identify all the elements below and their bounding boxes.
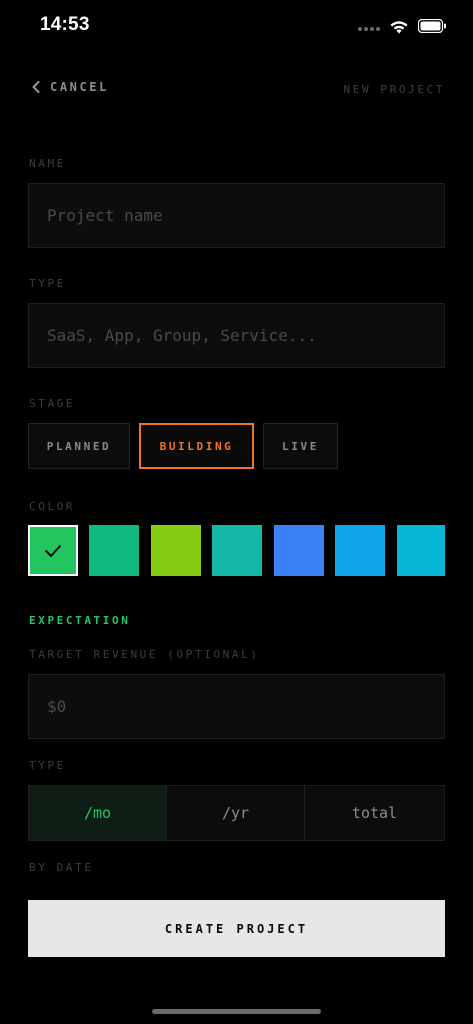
new-project-screen: 14:53 CANCEL NEW PROJECT NAME TYPE STAGE… bbox=[0, 0, 473, 1024]
project-type-input[interactable] bbox=[28, 303, 445, 368]
by-date-label: BY DATE bbox=[29, 861, 94, 874]
name-label: NAME bbox=[29, 157, 66, 170]
revenue-type-yearly[interactable]: /yr bbox=[166, 785, 305, 841]
expectation-heading: EXPECTATION bbox=[29, 614, 131, 627]
revenue-type-monthly[interactable]: /mo bbox=[28, 785, 167, 841]
color-swatch-3[interactable] bbox=[151, 525, 201, 576]
target-revenue-input[interactable] bbox=[28, 674, 445, 739]
color-label: COLOR bbox=[29, 500, 76, 513]
target-revenue-label: TARGET REVENUE (OPTIONAL) bbox=[29, 648, 260, 661]
stage-option-building[interactable]: BUILDING bbox=[139, 423, 254, 469]
cancel-label: CANCEL bbox=[50, 80, 109, 94]
cancel-button[interactable]: CANCEL bbox=[32, 80, 109, 94]
color-swatch-7[interactable] bbox=[397, 525, 445, 576]
revenue-type-label: TYPE bbox=[29, 759, 66, 772]
color-swatch-6[interactable] bbox=[335, 525, 385, 576]
type-label: TYPE bbox=[29, 277, 66, 290]
status-icons bbox=[358, 16, 447, 36]
wifi-icon bbox=[390, 20, 408, 33]
color-swatch-5[interactable] bbox=[274, 525, 324, 576]
revenue-type-total[interactable]: total bbox=[304, 785, 445, 841]
cellular-signal-icon bbox=[358, 27, 380, 31]
chevron-left-icon bbox=[32, 81, 40, 93]
color-swatch-4[interactable] bbox=[212, 525, 262, 576]
battery-icon bbox=[418, 19, 446, 33]
color-swatch-2[interactable] bbox=[89, 525, 139, 576]
project-name-input[interactable] bbox=[28, 183, 445, 248]
page-title: NEW PROJECT bbox=[343, 83, 445, 96]
checkmark-icon bbox=[45, 544, 61, 557]
stage-label: STAGE bbox=[29, 397, 76, 410]
create-project-button[interactable]: CREATE PROJECT bbox=[28, 900, 445, 957]
color-swatch-1[interactable] bbox=[28, 525, 78, 576]
status-time: 14:53 bbox=[40, 14, 90, 35]
stage-option-planned[interactable]: PLANNED bbox=[28, 423, 130, 469]
stage-option-live[interactable]: LIVE bbox=[263, 423, 338, 469]
home-indicator[interactable] bbox=[152, 1009, 321, 1014]
